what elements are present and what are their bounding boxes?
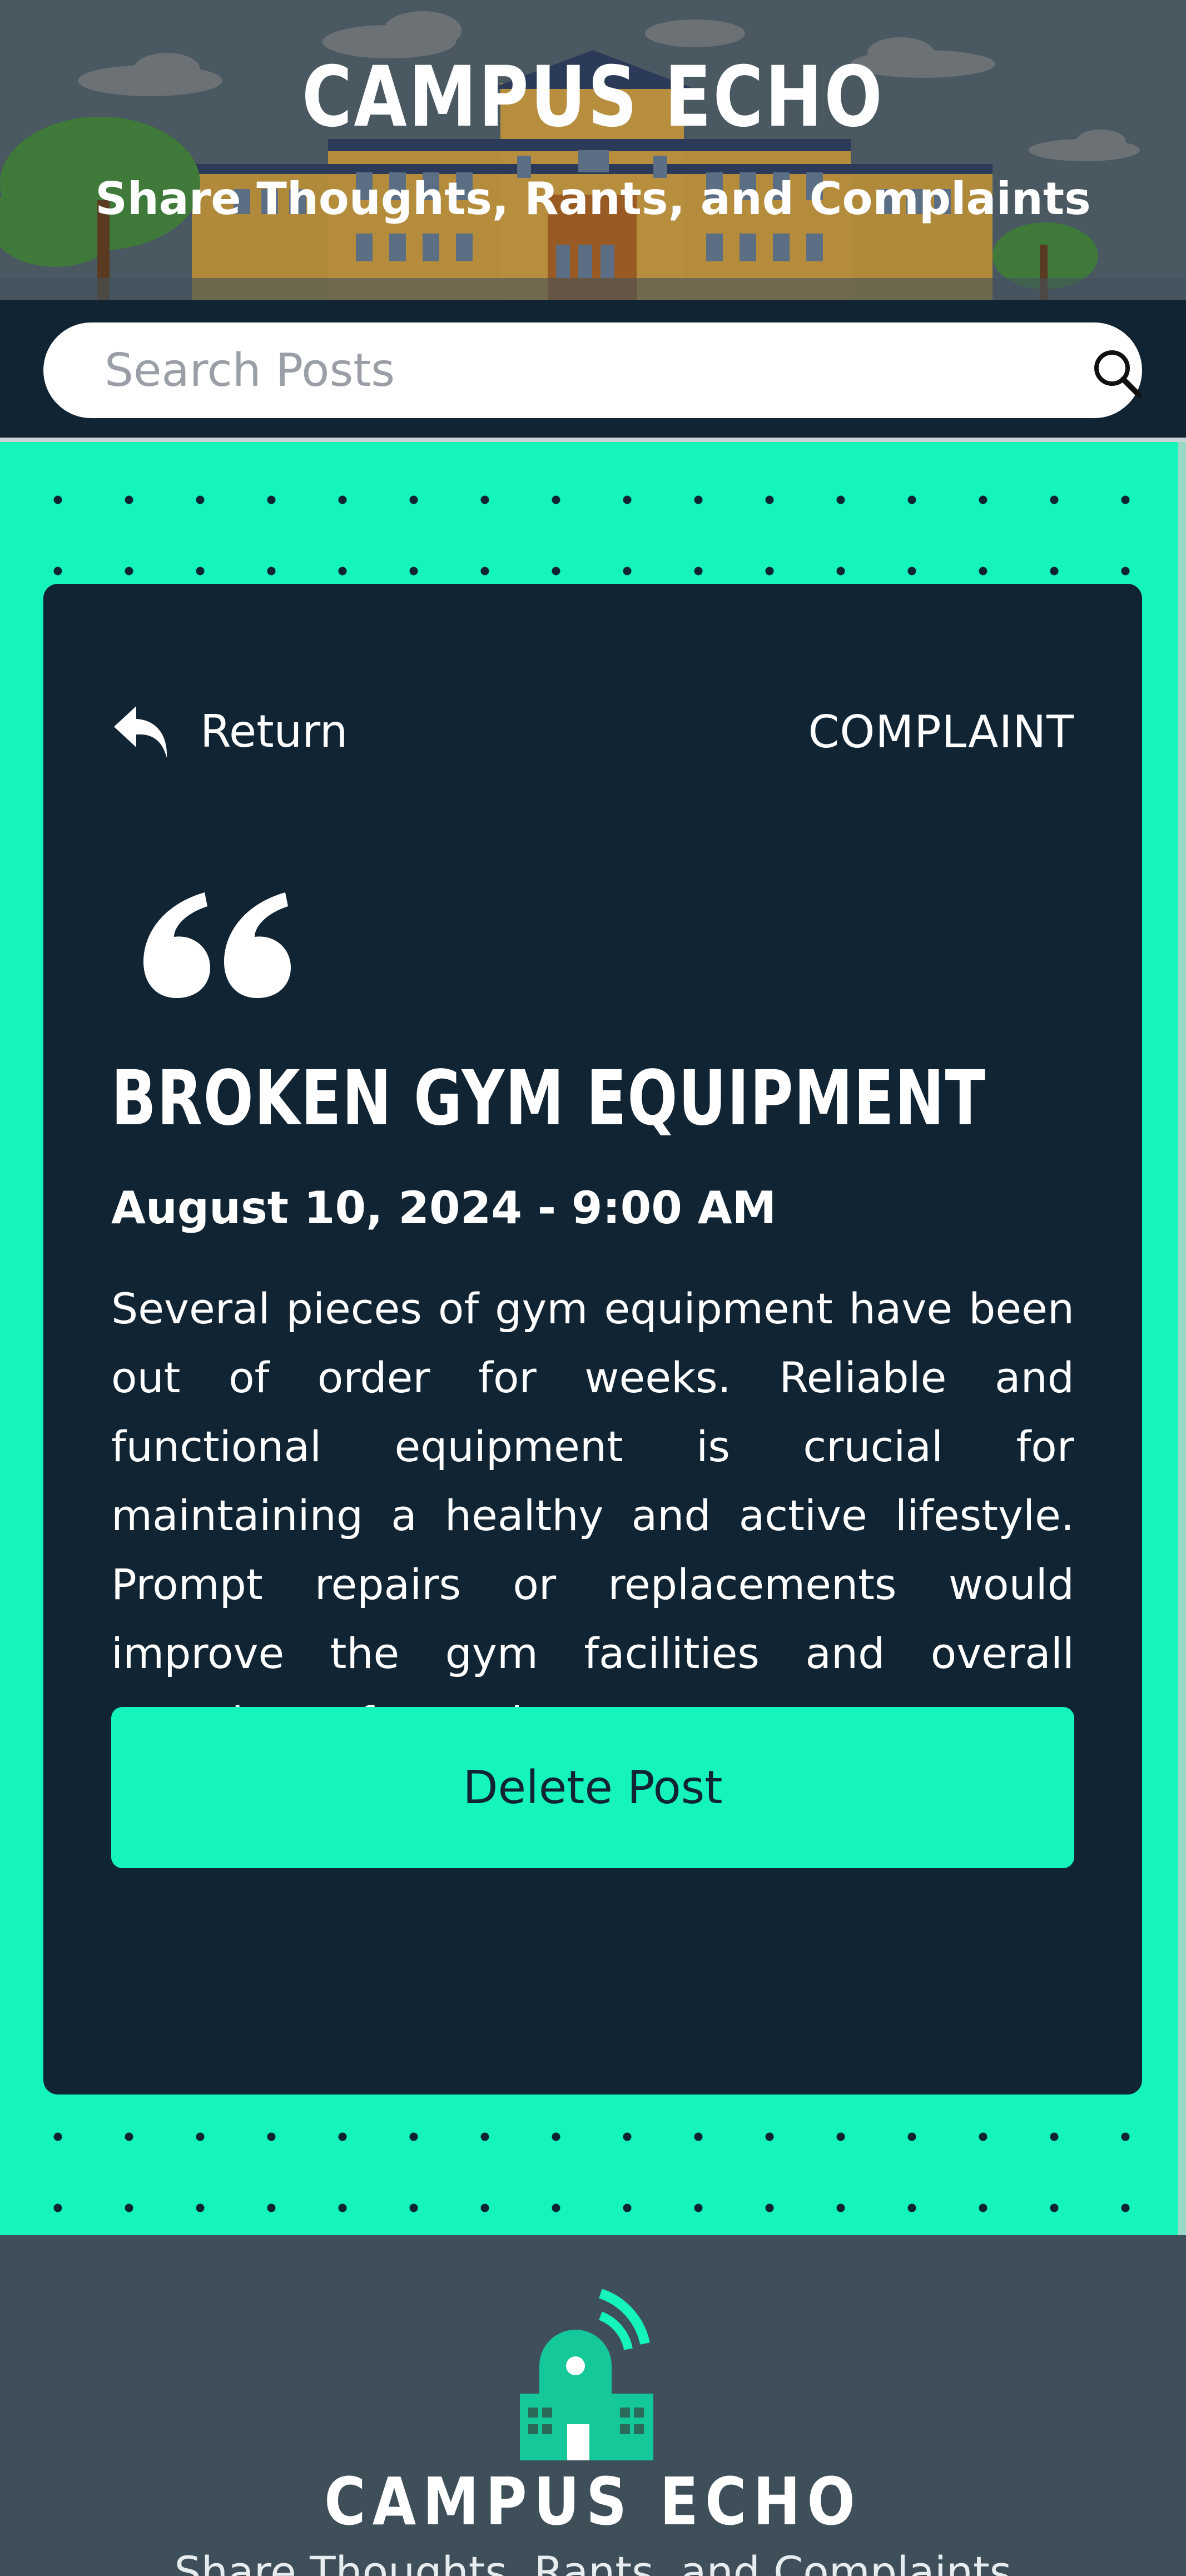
post-category: COMPLAINT [808, 706, 1074, 758]
search-box [43, 322, 1142, 418]
post-card: Return COMPLAINT BROKEN GYM EQUIPMENT Au… [43, 584, 1142, 2094]
search-input[interactable] [105, 322, 1050, 418]
campus-illustration [0, 11, 1186, 300]
reply-arrow-icon [114, 706, 167, 758]
scrollbar-track[interactable] [1178, 442, 1186, 2235]
search-icon[interactable] [1089, 345, 1144, 400]
post-title: BROKEN GYM EQUIPMENT [111, 1055, 986, 1143]
footer-subtitle: Share Thoughts, Rants, and Complaints [174, 2547, 1012, 2576]
divider [0, 438, 1186, 442]
delete-post-button[interactable]: Delete Post [111, 1707, 1074, 1868]
search-bar [0, 300, 1186, 442]
site-header: CAMPUS ECHO Share Thoughts, Rants, and C… [0, 0, 1186, 300]
campus-echo-logo [520, 2289, 653, 2460]
site-subtitle: Share Thoughts, Rants, and Complaints [95, 173, 1091, 225]
site-title: CAMPUS ECHO [301, 49, 885, 146]
post-date: August 10, 2024 - 9:00 AM [111, 1182, 777, 1234]
return-button[interactable]: Return [111, 701, 348, 762]
quote-icon [143, 892, 291, 998]
site-footer: CAMPUS ECHO Share Thoughts, Rants, and C… [0, 2235, 1186, 2576]
footer-title: CAMPUS ECHO [324, 2463, 862, 2540]
return-label: Return [200, 705, 348, 757]
post-body: Several pieces of gym equipment have bee… [111, 1284, 1074, 1747]
main-content: Return COMPLAINT BROKEN GYM EQUIPMENT Au… [0, 442, 1186, 2235]
